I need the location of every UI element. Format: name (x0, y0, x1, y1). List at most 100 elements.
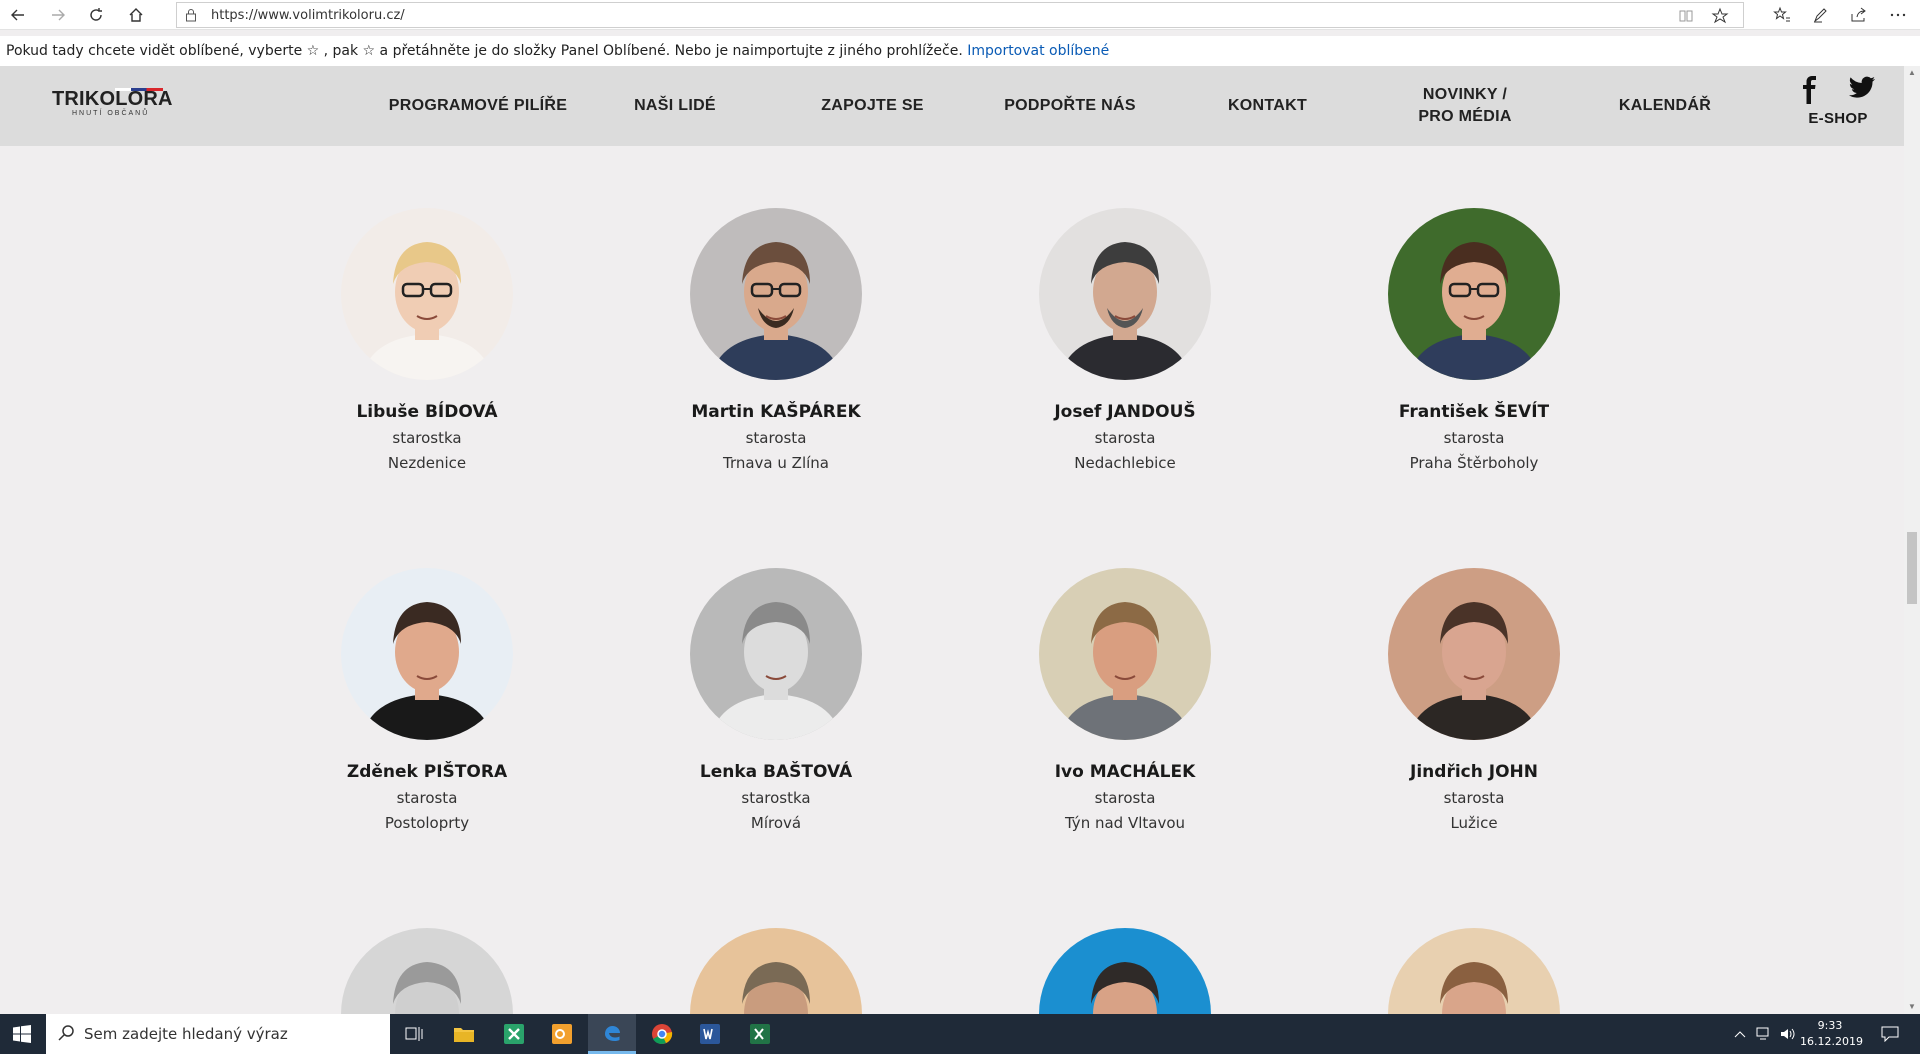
person-role: starostka (392, 429, 462, 447)
favorites-icon[interactable] (1770, 3, 1794, 27)
taskbar-clock[interactable]: 9:33 16.12.2019 (1800, 1018, 1863, 1050)
outlook-icon[interactable] (538, 1014, 586, 1054)
person-photo (1388, 568, 1560, 740)
search-icon (58, 1024, 76, 1046)
person-role: starosta (1094, 429, 1156, 447)
person-photo (341, 928, 513, 1014)
person-card[interactable]: Josef JANDOUŠ starosta Nedachlebice (995, 208, 1255, 472)
person-card[interactable]: František ŠEVÍT starosta Praha Štěrbohol… (1344, 208, 1604, 472)
eshop-link[interactable]: E-SHOP (1796, 110, 1880, 127)
person-name[interactable]: František ŠEVÍT (1344, 402, 1604, 422)
person-name[interactable]: Libuše BÍDOVÁ (297, 402, 557, 422)
person-photo (1039, 568, 1211, 740)
person-name[interactable]: Martin KAŠPÁREK (646, 402, 906, 422)
logo-tricolor-bar (115, 88, 163, 91)
person-card-partial[interactable] (297, 928, 557, 1014)
scroll-up-arrow-icon[interactable]: ▲ (1908, 68, 1916, 77)
person-role: starosta (396, 789, 458, 807)
person-photo (341, 568, 513, 740)
action-center-icon[interactable] (1870, 1014, 1910, 1054)
logo-subtitle: HNUTÍ OBČANŮ (72, 110, 150, 117)
taskbar-search-placeholder: Sem zadejte hledaný výraz (84, 1025, 288, 1043)
nav-kontakt[interactable]: KONTAKT (1190, 66, 1345, 146)
page-scrollbar[interactable]: ▲ ▼ (1904, 66, 1920, 1014)
site-logo[interactable]: TRIKOLORA HNUTÍ OBČANŮ (52, 88, 173, 124)
task-view-icon[interactable] (390, 1014, 438, 1054)
logo-title: TRIKOLORA (52, 88, 173, 110)
person-card-partial[interactable] (1344, 928, 1604, 1014)
nav-podporte-nas[interactable]: PODPOŘTE NÁS (990, 66, 1150, 146)
nav-zapojte-se[interactable]: ZAPOJTE SE (790, 66, 955, 146)
social-links: E-SHOP (1796, 76, 1880, 136)
excel-icon[interactable] (736, 1014, 784, 1054)
person-card[interactable]: Zděnek PIŠTORA starosta Postoloprty (297, 568, 557, 832)
import-favorites-link[interactable]: Importovat oblíbené (967, 43, 1109, 59)
back-icon[interactable] (6, 3, 30, 27)
forward-icon[interactable] (46, 3, 70, 27)
taskbar-search[interactable]: Sem zadejte hledaný výraz (46, 1014, 390, 1054)
file-explorer-icon[interactable] (440, 1014, 488, 1054)
refresh-icon[interactable] (84, 3, 108, 27)
person-place: Nedachlebice (1074, 454, 1176, 472)
nav-nasi-lide[interactable]: NAŠI LIDÉ (600, 66, 750, 146)
person-card[interactable]: Lenka BAŠTOVÁ starostka Mírová (646, 568, 906, 832)
person-card-partial[interactable] (646, 928, 906, 1014)
person-name[interactable]: Ivo MACHÁLEK (995, 762, 1255, 782)
favorites-bar-message: Pokud tady chcete vidět oblíbené, vybert… (6, 43, 963, 59)
share-icon[interactable] (1846, 3, 1870, 27)
person-photo (690, 568, 862, 740)
nav-novinky-pro-media[interactable]: NOVINKY / PRO MÉDIA (1390, 66, 1540, 146)
facebook-icon[interactable] (1800, 76, 1818, 104)
scroll-down-arrow-icon[interactable]: ▼ (1908, 1002, 1916, 1011)
word-icon[interactable] (686, 1014, 734, 1054)
edge-browser-icon[interactable] (588, 1014, 636, 1054)
address-bar[interactable]: https://www.volimtrikoloru.cz/ (176, 2, 1744, 28)
tray-chevron-up-icon[interactable] (1728, 1014, 1752, 1054)
nav-novinky-label: NOVINKY / (1422, 86, 1508, 103)
person-name[interactable]: Jindřich JOHN (1344, 762, 1604, 782)
person-role: starosta (1094, 789, 1156, 807)
person-card[interactable]: Martin KAŠPÁREK starosta Trnava u Zlína (646, 208, 906, 472)
person-role: starosta (1443, 429, 1505, 447)
person-role: starosta (1443, 789, 1505, 807)
person-card-partial[interactable] (995, 928, 1255, 1014)
scrollbar-thumb[interactable] (1907, 532, 1917, 604)
person-name[interactable]: Lenka BAŠTOVÁ (646, 762, 906, 782)
pen-icon[interactable] (1808, 3, 1832, 27)
xmind-app-icon[interactable] (490, 1014, 538, 1054)
person-place: Mírová (750, 814, 802, 832)
favorite-star-icon[interactable] (1711, 7, 1729, 25)
person-photo (341, 208, 513, 380)
nav-kalendar[interactable]: KALENDÁŘ (1590, 66, 1740, 146)
person-photo (1039, 208, 1211, 380)
person-card[interactable]: Jindřich JOHN starosta Lužice (1344, 568, 1604, 832)
person-photo (1388, 928, 1560, 1014)
home-icon[interactable] (124, 3, 148, 27)
site-header: TRIKOLORA HNUTÍ OBČANŮ PROGRAMOVÉ PILÍŘE… (0, 66, 1904, 146)
person-card[interactable]: Libuše BÍDOVÁ starostka Nezdenice (297, 208, 557, 472)
person-card[interactable]: Ivo MACHÁLEK starosta Týn nad Vltavou (995, 568, 1255, 832)
person-place: Praha Štěrboholy (1409, 454, 1539, 472)
windows-taskbar: Sem zadejte hledaný výraz 9:33 16.12.201… (0, 1014, 1920, 1054)
network-icon[interactable] (1752, 1014, 1776, 1054)
nav-programove-pilire[interactable]: PROGRAMOVÉ PILÍŘE (378, 66, 578, 146)
twitter-icon[interactable] (1848, 76, 1876, 104)
person-photo (690, 208, 862, 380)
person-place: Týn nad Vltavou (1064, 814, 1186, 832)
volume-icon[interactable] (1776, 1014, 1800, 1054)
person-photo (1388, 208, 1560, 380)
person-role: starostka (741, 789, 811, 807)
more-icon[interactable] (1886, 3, 1910, 27)
person-place: Postoloprty (384, 814, 470, 832)
person-place: Lužice (1450, 814, 1498, 832)
person-role: starosta (745, 429, 807, 447)
chrome-icon[interactable] (638, 1014, 686, 1054)
windows-start-icon[interactable] (0, 1014, 44, 1054)
person-place: Trnava u Zlína (723, 454, 829, 472)
reading-view-icon[interactable] (1677, 7, 1695, 25)
person-name[interactable]: Josef JANDOUŠ (995, 402, 1255, 422)
url-text[interactable]: https://www.volimtrikoloru.cz/ (211, 8, 405, 23)
person-name[interactable]: Zděnek PIŠTORA (297, 762, 557, 782)
nav-pro-media-label: PRO MÉDIA (1418, 108, 1512, 125)
browser-toolbar: https://www.volimtrikoloru.cz/ (0, 0, 1920, 30)
